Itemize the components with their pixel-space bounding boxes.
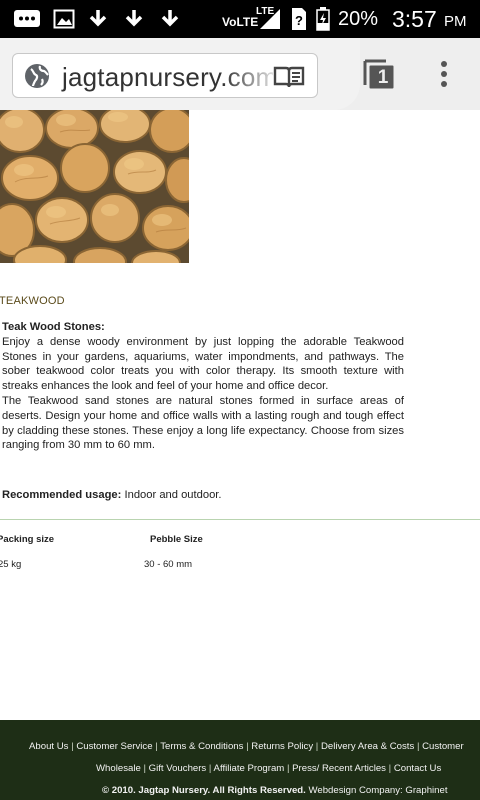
recommended-usage: Recommended usage: Indoor and outdoor. xyxy=(2,489,222,501)
description-paragraph-1: Enjoy a dense woody environment by just … xyxy=(2,335,404,393)
footer-link-about-us[interactable]: About Us xyxy=(29,741,68,752)
separator: | xyxy=(286,763,290,774)
overflow-menu-icon[interactable] xyxy=(436,60,452,90)
copyright-text: © 2010. Jagtap Nursery. All Rights Reser… xyxy=(102,785,306,796)
volte-label: VoLTE xyxy=(222,15,259,29)
product-heading: Teak Wood Stones: xyxy=(2,321,105,333)
footer-links-row-1: About Us | Customer Service | Terms & Co… xyxy=(29,741,464,752)
footer: About Us | Customer Service | Terms & Co… xyxy=(0,720,480,800)
clock-ampm: PM xyxy=(444,13,467,30)
separator: | xyxy=(208,763,212,774)
signal-icon xyxy=(258,8,282,30)
separator: | xyxy=(388,763,392,774)
separator: | xyxy=(416,741,420,752)
download-icon xyxy=(122,8,146,30)
footer-link-gift-vouchers[interactable]: Gift Vouchers xyxy=(149,763,207,774)
page-content: TEAKWOOD Teak Wood Stones: Enjoy a dense… xyxy=(0,110,480,720)
category-label: TEAKWOOD xyxy=(0,295,65,307)
footer-link-customer[interactable]: Customer xyxy=(422,741,464,752)
footer-link-press[interactable]: Press/ Recent Articles xyxy=(292,763,386,774)
clock-time: 3:57 xyxy=(392,6,437,32)
usage-value: Indoor and outdoor. xyxy=(124,489,222,501)
spec-header-pebble-size: Pebble Size xyxy=(150,534,203,545)
message-icon xyxy=(12,8,42,30)
footer-link-customer-service[interactable]: Customer Service xyxy=(76,741,152,752)
reader-mode-icon[interactable] xyxy=(273,65,305,89)
globe-icon xyxy=(24,63,50,89)
browser-toolbar: jagtapnursery.com 1 xyxy=(0,38,480,110)
spec-value-pebble-size: 30 - 60 mm xyxy=(144,559,193,570)
separator: | xyxy=(71,741,74,752)
svg-text:?: ? xyxy=(295,13,303,28)
status-bar: VoLTE LTE ? 20% 3:57 PM xyxy=(0,0,480,38)
spec-value-packing-size: 25 kg xyxy=(0,559,22,570)
footer-link-terms[interactable]: Terms & Conditions xyxy=(160,741,243,752)
tab-count: 1 xyxy=(377,67,389,88)
battery-percent: 20% xyxy=(338,8,379,30)
separator: | xyxy=(315,741,319,752)
footer-copyright-row: © 2010. Jagtap Nursery. All Rights Reser… xyxy=(102,785,448,796)
footer-link-affiliate-program[interactable]: Affiliate Program xyxy=(214,763,285,774)
image-icon xyxy=(52,8,76,30)
product-image-teakwood-pebbles[interactable] xyxy=(0,110,189,263)
separator: | xyxy=(155,741,158,752)
separator: | xyxy=(143,763,146,774)
footer-link-wholesale[interactable]: Wholesale xyxy=(96,763,141,774)
battery-icon xyxy=(315,7,331,31)
footer-links-row-2: Wholesale | Gift Vouchers | Affiliate Pr… xyxy=(96,763,441,774)
spec-header-packing-size: Packing size xyxy=(0,534,55,545)
webdesign-credit[interactable]: Webdesign Company: Graphinet xyxy=(309,785,448,796)
no-sim-icon: ? xyxy=(289,8,309,30)
separator: | xyxy=(246,741,249,752)
footer-link-returns-policy[interactable]: Returns Policy xyxy=(251,741,313,752)
divider xyxy=(0,519,480,520)
description-paragraph-2: The Teakwood sand stones are natural sto… xyxy=(2,394,404,452)
usage-label: Recommended usage: xyxy=(2,489,122,501)
footer-link-contact-us[interactable]: Contact Us xyxy=(394,763,441,774)
download-icon xyxy=(158,8,182,30)
tab-switcher-icon[interactable]: 1 xyxy=(362,57,396,91)
url-bar[interactable]: jagtapnursery.com xyxy=(12,53,318,98)
footer-link-delivery-area[interactable]: Delivery Area & Costs xyxy=(321,741,414,752)
product-description: Teak Wood Stones: Enjoy a dense woody en… xyxy=(2,320,404,453)
download-icon xyxy=(86,8,110,30)
